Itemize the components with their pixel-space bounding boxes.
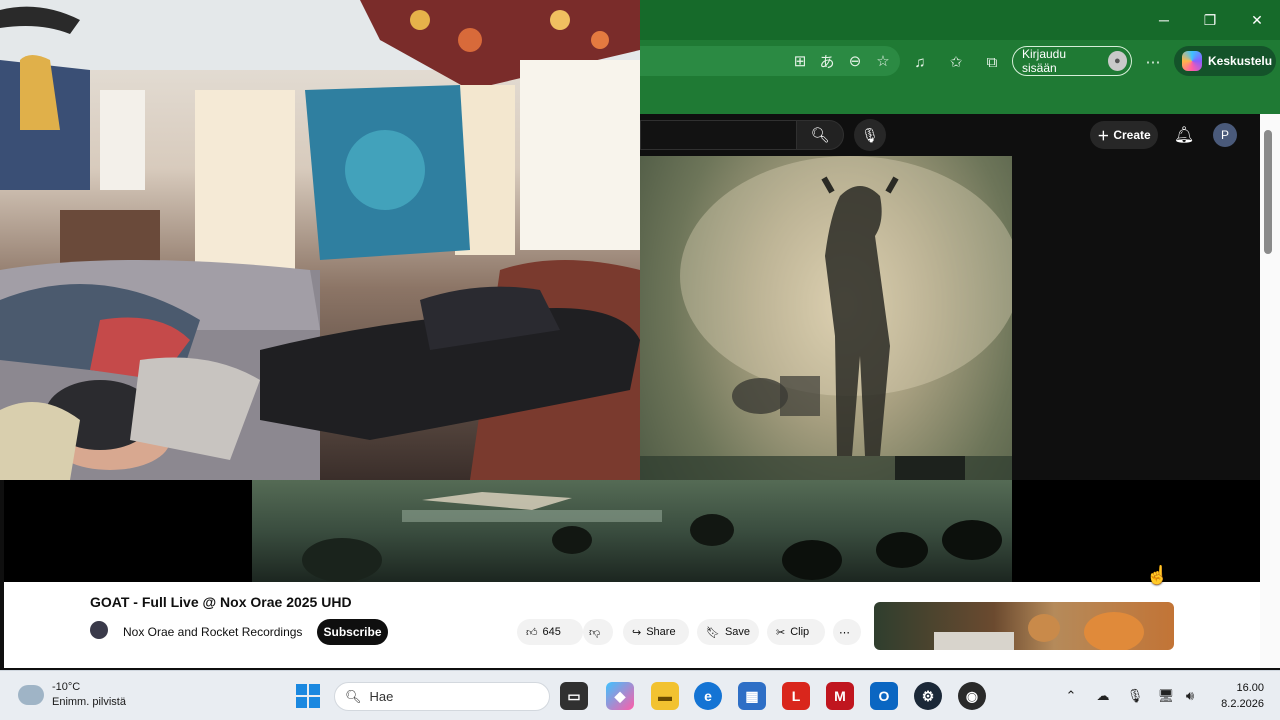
favorites-icon[interactable]: ✩ [946,52,966,72]
clip-button[interactable]: ✂ Clip [767,619,825,645]
video-title: GOAT - Full Live @ Nox Orae 2025 UHD [90,594,352,610]
share-button[interactable]: ↪ Share [623,619,689,645]
media-control-icon[interactable]: ♫ [910,52,930,72]
youtube-search-button[interactable]: 🔍︎ [796,120,844,150]
network-icon[interactable]: 🖥︎ [1157,687,1175,705]
webcam-overlay [0,0,640,480]
cloud-icon [18,685,44,705]
more-menu-icon[interactable]: ⋯ [1143,52,1163,72]
copilot-button[interactable]: Keskustelu [1174,46,1276,76]
address-bar[interactable]: ⊞ あ ⊖ ☆ [640,46,900,76]
signin-button[interactable]: Kirjaudu sisään ● [1012,46,1132,76]
start-button[interactable] [296,684,320,708]
microsoft-store-icon[interactable]: ▦ [738,682,766,710]
copilot-logo-icon [1182,51,1202,71]
windows-logo-icon [296,684,307,695]
app-available-icon[interactable]: ⊞ [790,51,810,71]
signin-label: Kirjaudu sisään [1022,47,1067,75]
create-label: Create [1113,128,1151,142]
thumbs-down-icon: 👎︎ [589,626,601,639]
copilot-app-icon[interactable]: ◆ [606,682,634,710]
clip-label: Clip [790,626,810,638]
save-label: Save [724,626,751,638]
more-icon: ⋯ [839,626,850,639]
youtube-search-input[interactable] [640,120,796,150]
microphone-icon: 🎙︎ [861,126,879,143]
account-avatar[interactable]: P [1213,123,1237,147]
subscribe-button[interactable]: Subscribe [317,619,388,645]
dislike-button[interactable]: 👎︎ [583,619,613,645]
recommended-video-thumbnail[interactable] [874,602,1174,650]
search-icon: 🔍︎ [810,127,830,144]
voice-search-button[interactable]: 🎙︎ [854,119,886,151]
more-actions-button[interactable]: ⋯ [833,619,861,645]
share-label: Share [646,626,676,638]
thumbs-up-icon: 👍︎ [526,626,538,639]
share-icon: ↪ [632,626,642,639]
microphone-tray-icon[interactable]: 🎙︎ [1126,687,1144,705]
youtube-header: 🔍︎ 🎙︎ ＋ Create 🔔︎ P [640,114,1260,156]
taskbar-search-placeholder: Hae [369,689,394,704]
tray-overflow-icon[interactable]: ⌃ [1062,687,1080,705]
video-crowd-area [252,480,1012,582]
lastpass-icon[interactable]: L [782,682,810,710]
volume-icon[interactable]: 🔊︎ [1181,687,1199,705]
taskbar-search[interactable]: 🔍︎ Hae [334,682,550,711]
like-count: 645 [542,626,561,638]
file-explorer-icon[interactable]: ▭ [560,682,588,710]
weather-widget[interactable]: -10°C Enimm. pilvistä [18,680,126,710]
plus-icon: ＋ [1097,128,1110,143]
edge-icon[interactable]: e [694,682,722,710]
like-button[interactable]: 👍︎ 645 [517,619,583,645]
crowd-scene [302,492,1002,582]
create-button[interactable]: ＋ Create [1090,121,1158,149]
scrollbar-thumb[interactable] [1264,130,1272,254]
channel-name[interactable]: Nox Orae and Rocket Recordings [123,625,302,639]
clock-date: 8.2.2026 [1221,698,1264,710]
minimize-button[interactable]: ─ [1144,6,1184,34]
zoom-out-icon[interactable]: ⊖ [845,51,865,71]
notifications-bell-icon[interactable]: 🔔︎ [1173,124,1195,146]
onedrive-icon[interactable]: ☁ [1094,687,1112,705]
channel-avatar[interactable] [90,621,108,639]
obs-icon[interactable]: ◉ [958,682,986,710]
steam-icon[interactable]: ⚙ [914,682,942,710]
folders-icon[interactable]: ▬ [651,682,679,710]
close-button[interactable]: ✕ [1237,6,1277,34]
clock-time: 16.00 [1236,682,1264,694]
mouse-cursor-icon: ☝ [1146,565,1169,585]
scissors-icon: ✂ [776,626,786,639]
restore-button[interactable]: ❐ [1190,6,1230,34]
webcam-scene [0,0,640,480]
collections-icon[interactable]: ⧉ [982,52,1002,72]
windows-taskbar [0,670,1280,720]
profile-icon: ● [1107,51,1127,71]
outlook-new-icon[interactable]: O [870,682,898,710]
copilot-label: Keskustelu [1208,54,1273,68]
recommended-scene [934,612,1144,650]
weather-condition: Enimm. pilvistä [52,696,126,708]
weather-temperature: -10°C [52,681,81,693]
save-button[interactable]: 🔖︎ Save [697,619,759,645]
mcafee-icon[interactable]: M [826,682,854,710]
translate-icon[interactable]: あ [817,51,837,71]
title-bar: ─ ❐ ✕ [640,0,1280,40]
clock[interactable]: 16.00 8.2.2026 [1212,680,1264,712]
search-icon: 🔍︎ [345,688,362,704]
bookmark-icon: 🔖︎ [706,626,720,639]
favorite-star-icon[interactable]: ☆ [873,51,893,71]
